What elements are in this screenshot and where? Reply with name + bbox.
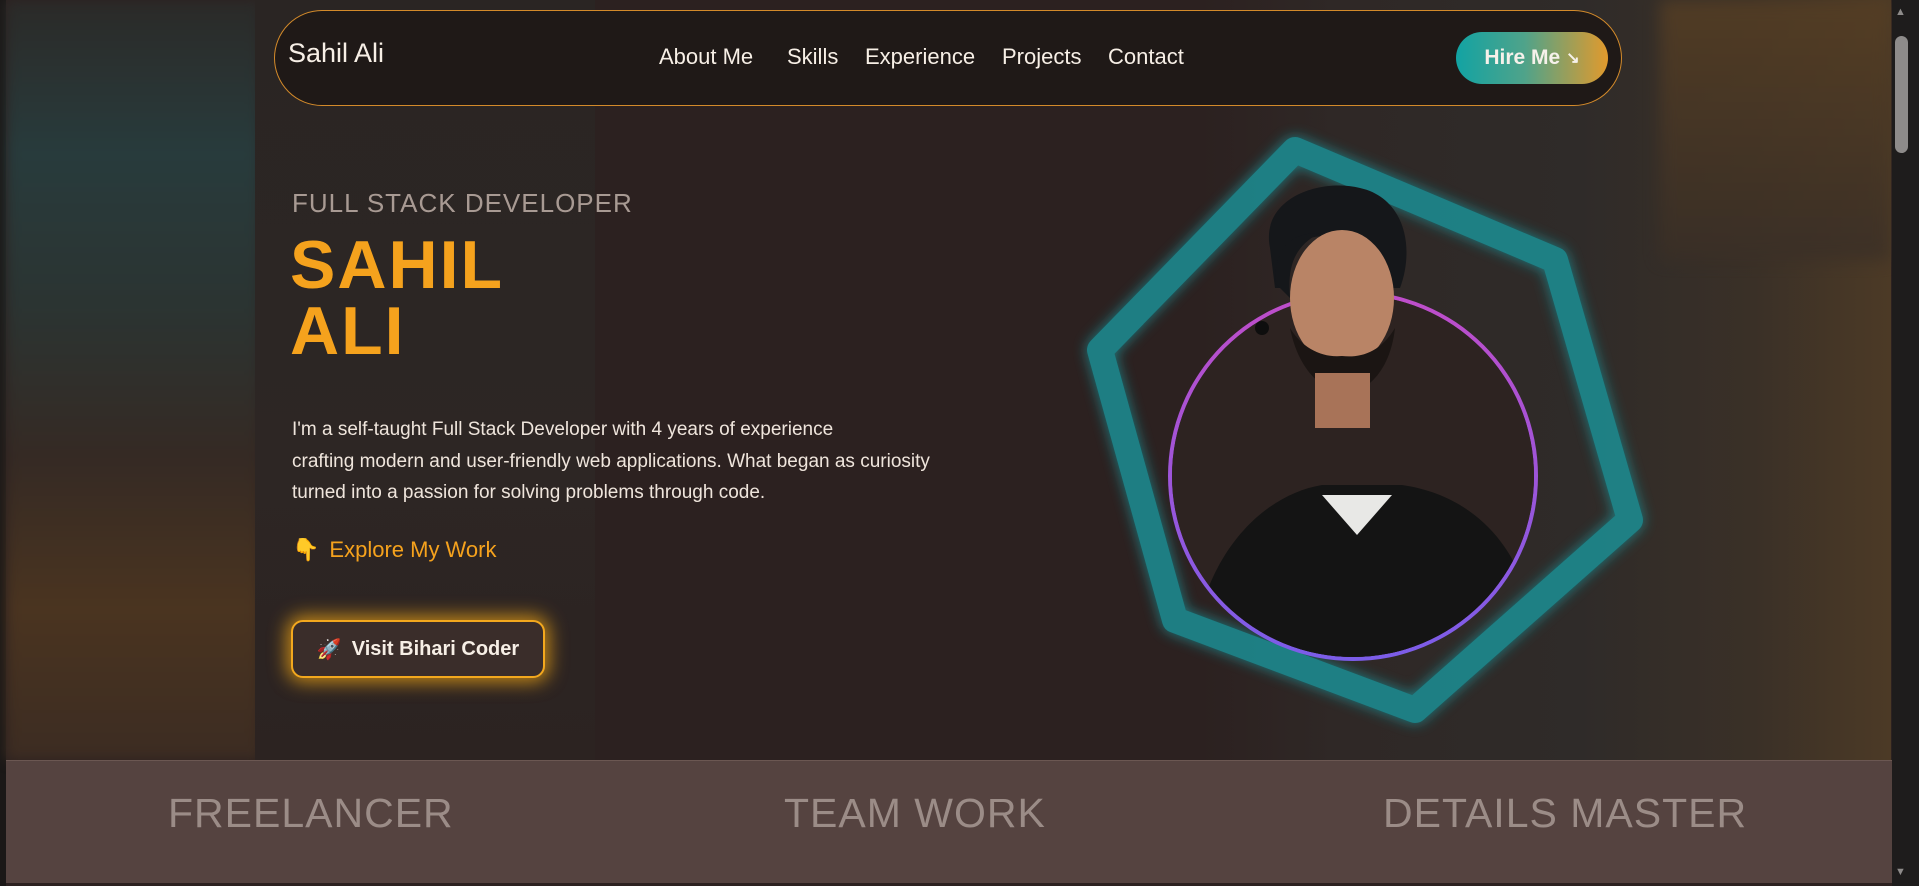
scroll-down-icon[interactable]: ▼ [1895,866,1906,878]
explore-work-link[interactable]: 👇 Explore My Work [292,537,496,563]
arrow-down-right-icon: ↘ [1566,50,1580,67]
nav-item-skills[interactable]: Skills [787,44,838,70]
hire-me-button[interactable]: Hire Me ↘ [1456,32,1608,84]
hero-subtitle: FULL STACK DEVELOPER [292,188,633,218]
background-panel-left [6,0,261,760]
pointing-down-icon: 👇 [292,537,320,562]
hero-name-first: SAHIL [290,227,504,303]
scrollbar-thumb[interactable] [1895,36,1908,153]
rocket-icon: 🚀 [316,638,342,661]
brand-logo[interactable]: Sahil Ali [288,38,384,69]
tagline-freelancer: FREELANCER [168,790,454,836]
hero-bio-line: turned into a passion for solving proble… [292,482,766,503]
nav-item-about[interactable]: About Me [659,44,753,70]
nav-item-contact[interactable]: Contact [1108,44,1184,70]
background-panel-right-top [1660,0,1890,260]
hire-me-label: Hire Me [1484,46,1561,69]
hero-name-last: ALI [290,293,406,369]
nav-item-experience[interactable]: Experience [865,44,975,70]
nav-item-projects[interactable]: Projects [1002,44,1081,70]
explore-work-label: Explore My Work [329,537,497,562]
person-head-illustration [1255,185,1407,428]
hero-bio: I'm a self-taught Full Stack Developer w… [292,414,1012,509]
tagline-details-master: DETAILS MASTER [1383,790,1748,836]
hero-bio-line: crafting modern and user-friendly web ap… [292,450,930,472]
visit-bihari-coder-button[interactable]: 🚀 Visit Bihari Coder [291,620,545,678]
tagline-team-work: TEAM WORK [784,790,1046,836]
hero-name: SAHIL ALI [290,227,504,369]
visit-bihari-coder-label: Visit Bihari Coder [351,637,520,660]
scroll-up-icon[interactable]: ▲ [1895,6,1906,18]
hero-bio-line: I'm a self-taught Full Stack Developer w… [292,419,834,440]
